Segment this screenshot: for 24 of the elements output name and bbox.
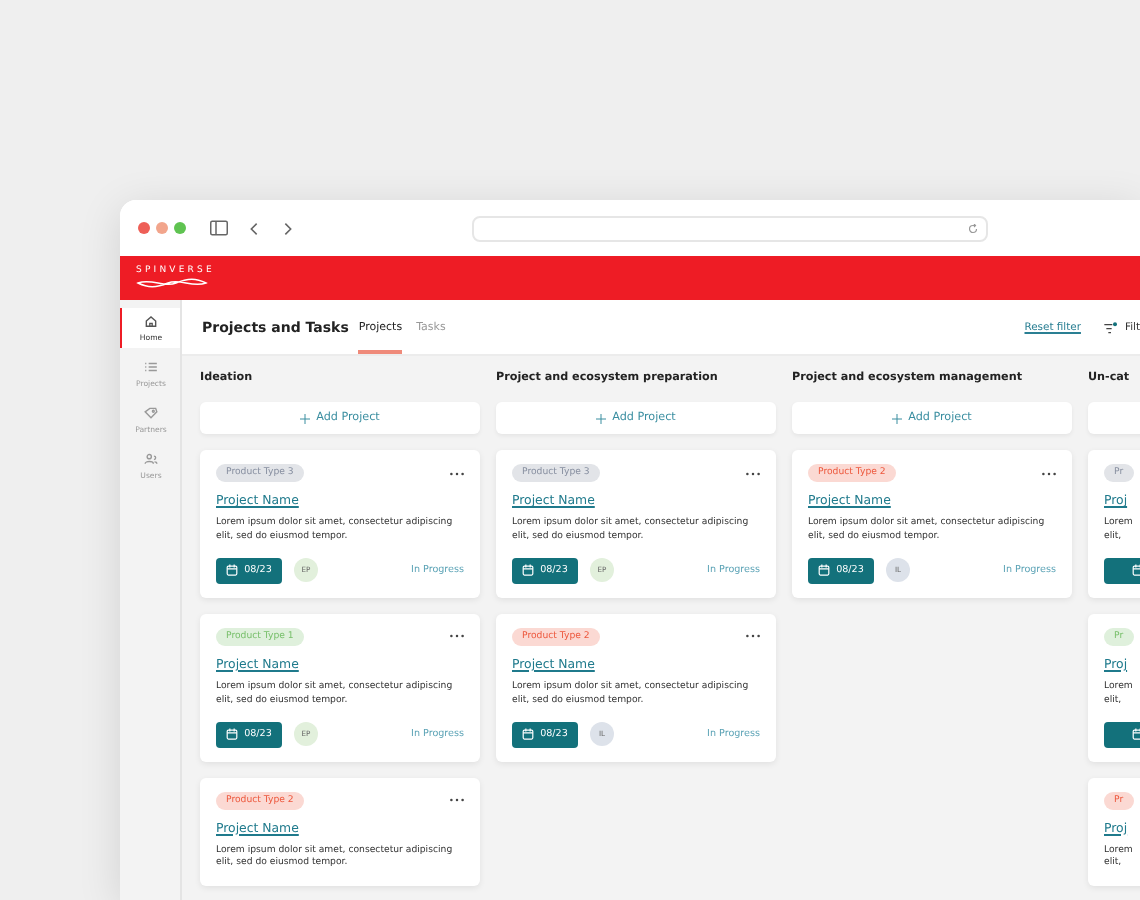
- home-icon: [144, 314, 158, 328]
- calendar-icon: [226, 728, 239, 741]
- calendar-icon: [522, 728, 535, 741]
- more-icon[interactable]: [746, 634, 760, 639]
- calendar-icon: [522, 564, 535, 577]
- reload-icon[interactable]: [968, 223, 978, 233]
- more-icon[interactable]: [450, 634, 464, 639]
- tag-icon: [144, 406, 158, 420]
- plus-icon: [596, 413, 607, 423]
- calendar-icon: [818, 564, 831, 577]
- close-icon[interactable]: [138, 222, 150, 234]
- filter-icon[interactable]: [1104, 321, 1119, 333]
- list-icon: [144, 360, 158, 374]
- more-icon[interactable]: [450, 798, 464, 803]
- calendar-icon: [1131, 728, 1140, 741]
- sidebar-toggle-icon[interactable]: [210, 220, 228, 236]
- plus-icon: [300, 413, 311, 423]
- forward-icon[interactable]: [284, 221, 292, 235]
- wave-logo-icon: [136, 278, 208, 289]
- users-icon: [144, 452, 158, 466]
- calendar-icon: [1131, 564, 1140, 577]
- back-icon[interactable]: [250, 221, 258, 235]
- calendar-icon: [226, 564, 239, 577]
- plus-icon: [892, 413, 903, 423]
